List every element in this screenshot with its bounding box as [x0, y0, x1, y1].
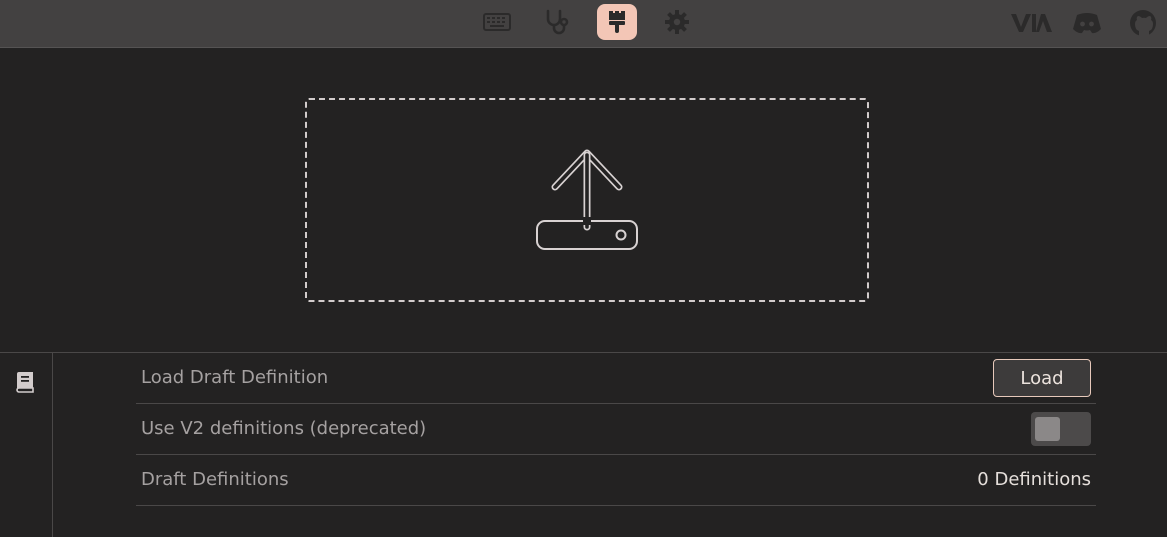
nav-design-button[interactable] [597, 4, 637, 40]
via-logo-icon [1011, 14, 1052, 32]
use-v2-row: Use V2 definitions (deprecated) [136, 404, 1096, 455]
keyboard-icon [483, 13, 511, 31]
load-draft-row: Load Draft Definition Load [136, 353, 1096, 404]
book-icon [16, 372, 34, 393]
discord-link[interactable] [1071, 8, 1103, 38]
gear-icon [665, 10, 689, 34]
via-logo-link[interactable] [1010, 8, 1052, 38]
stethoscope-icon [546, 9, 569, 35]
toggle-knob [1035, 417, 1060, 441]
draft-definitions-row: Draft Definitions 0 Definitions [136, 455, 1096, 506]
use-v2-label: Use V2 definitions (deprecated) [141, 418, 427, 439]
load-draft-label: Load Draft Definition [141, 367, 329, 388]
load-button[interactable]: Load [993, 359, 1091, 397]
github-icon [1130, 10, 1156, 36]
definition-upload-dropzone[interactable] [305, 98, 869, 302]
side-rail [0, 353, 53, 537]
upload-tray-icon [536, 149, 638, 250]
discord-icon [1073, 13, 1101, 34]
use-v2-toggle[interactable] [1031, 412, 1091, 446]
docs-button[interactable] [15, 371, 35, 397]
github-link[interactable] [1128, 8, 1158, 38]
draft-definitions-count: 0 Definitions [977, 469, 1091, 490]
draft-definitions-label: Draft Definitions [141, 469, 289, 490]
nav-settings-button[interactable] [657, 4, 697, 40]
nav-keyboard-button[interactable] [477, 4, 517, 40]
nav-debug-button[interactable] [537, 4, 577, 40]
paintbrush-icon [609, 9, 625, 33]
design-settings-panel: Load Draft Definition Load Use V2 defini… [0, 352, 1167, 537]
top-nav-bar [0, 0, 1167, 48]
